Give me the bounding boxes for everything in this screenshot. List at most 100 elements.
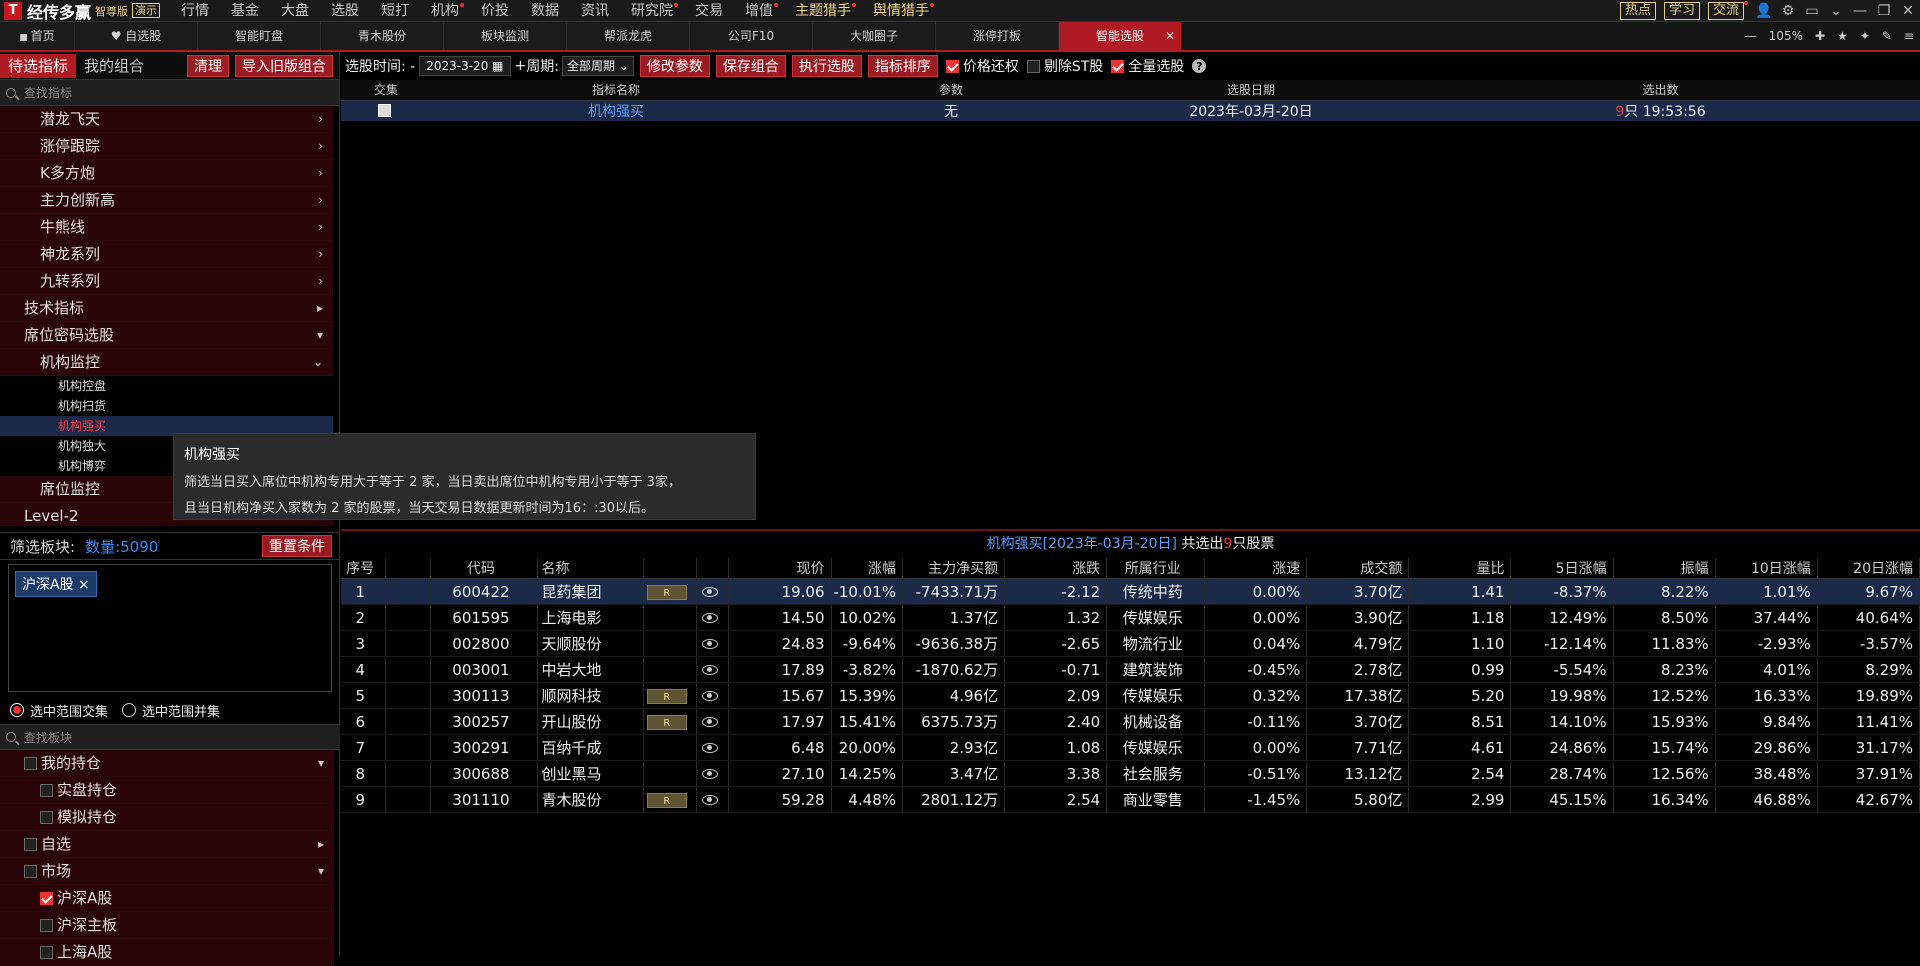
stock-name[interactable]: 中岩大地	[537, 656, 644, 683]
reset-button[interactable]: 重置条件	[262, 535, 332, 557]
table-row[interactable]: 6 300257 开山股份 R 17.97 15.41% 6375.73万 2.40 机械设备 -…	[341, 708, 1920, 735]
chevron-icon[interactable]: ›	[318, 133, 323, 160]
tab-6[interactable]: 公司F10	[690, 22, 813, 50]
stock-name[interactable]: 青木股份	[537, 786, 644, 813]
chevron-icon[interactable]: ›	[318, 214, 323, 241]
column-header[interactable]: 主力净买额	[902, 558, 1006, 579]
tree-item[interactable]: 主力创新高 ›	[0, 187, 333, 214]
eye-icon[interactable]	[701, 743, 718, 753]
chat-button[interactable]: 交流	[1707, 1, 1749, 20]
checkbox-icon[interactable]	[377, 104, 391, 118]
checkbox-icon[interactable]	[24, 865, 37, 878]
exclude-st-checkbox[interactable]: 剔除ST股	[1026, 56, 1103, 76]
tab-8[interactable]: 涨停打板	[936, 22, 1059, 50]
column-header[interactable]: 涨速	[1204, 558, 1308, 579]
zoom-in-icon[interactable]: ✚	[1809, 29, 1831, 43]
chevron-icon[interactable]: ▾	[318, 858, 324, 885]
radio-intersection[interactable]	[10, 703, 24, 717]
checkbox-icon[interactable]	[40, 811, 53, 824]
tree-item[interactable]: 机构控盘	[0, 376, 333, 396]
column-header[interactable]: 指标名称	[431, 80, 801, 101]
stock-name[interactable]: 顺网科技	[537, 682, 644, 709]
minimize-icon[interactable]: —	[1848, 0, 1872, 22]
stock-name[interactable]: 开山股份	[537, 708, 644, 735]
menu-item[interactable]: 行情	[170, 0, 220, 22]
r-badge[interactable]: R	[646, 584, 687, 600]
stock-name[interactable]: 天顺股份	[537, 630, 644, 657]
period-select[interactable]: 全部周期 ⌄	[561, 56, 634, 76]
menu-item[interactable]: 舆情猎手	[862, 0, 940, 22]
split-divider[interactable]	[341, 529, 1920, 531]
menu-item[interactable]: 短打	[370, 0, 420, 22]
tree-item[interactable]: 牛熊线 ›	[0, 214, 333, 241]
tab-5[interactable]: 帮派龙虎	[567, 22, 690, 50]
column-header[interactable]: 所属行业	[1106, 558, 1206, 579]
price-adjust-checkbox[interactable]: 价格还权	[945, 56, 1019, 76]
chevron-icon[interactable]: ›	[318, 241, 323, 268]
tab-0[interactable]: ■ 首页	[0, 22, 75, 50]
tab-my-portfolios[interactable]: 我的组合	[76, 54, 152, 78]
r-badge[interactable]: R	[646, 792, 687, 808]
table-row[interactable]: 9 301110 青木股份 R 59.28 4.48% 2801.12万 2.54 商业零售 -1…	[341, 786, 1920, 813]
tab-7[interactable]: 大咖圈子	[813, 22, 936, 50]
tab-4[interactable]: 板块监测	[444, 22, 567, 50]
eye-icon[interactable]	[701, 691, 718, 701]
column-header[interactable]: 参数	[801, 80, 1101, 101]
block-tree-item[interactable]: 上海A股	[0, 939, 334, 966]
eye-icon[interactable]	[701, 639, 718, 649]
column-header[interactable]: 名称	[537, 558, 644, 579]
stock-name[interactable]: 昆药集团	[537, 578, 644, 605]
indicator-row[interactable]: 机构强买 无 2023年-03月-20日 9只 19:53:56	[341, 100, 1920, 121]
column-header[interactable]: 20日涨幅	[1817, 558, 1920, 579]
chevron-icon[interactable]: ›	[318, 106, 323, 133]
menu-item[interactable]: 资讯	[570, 0, 620, 22]
menu-item[interactable]: 增值	[734, 0, 784, 22]
column-header[interactable]: 5日涨幅	[1510, 558, 1614, 579]
table-row[interactable]: 4 003001 中岩大地 17.89 -3.82% -1870.62万 -0.71 建筑装饰…	[341, 656, 1920, 683]
tree-item[interactable]: 机构扫货	[0, 396, 333, 416]
tree-item[interactable]: 涨停跟踪 ›	[0, 133, 333, 160]
table-row[interactable]: 3 002800 天顺股份 24.83 -9.64% -9636.38万 -2.65 物流行业…	[341, 630, 1920, 657]
block-tree-item[interactable]: 自选 ▸	[0, 831, 334, 858]
block-tree-item[interactable]: 市场 ▾	[0, 858, 334, 885]
table-row[interactable]: 7 300291 百纳千成 6.48 20.00% 2.93亿 1.08 传媒娱乐 0.00% 7…	[341, 734, 1920, 761]
save-portfolio-button[interactable]: 保存组合	[715, 55, 786, 77]
column-header[interactable]: 现价	[728, 558, 832, 579]
menu-item[interactable]: 大盘	[270, 0, 320, 22]
modify-params-button[interactable]: 修改参数	[639, 55, 710, 77]
checkbox-icon[interactable]	[24, 838, 37, 851]
menu-item[interactable]: 选股	[320, 0, 370, 22]
table-row[interactable]: 8 300688 创业黑马 27.10 14.25% 3.47亿 3.38 社会服务 -0.51…	[341, 760, 1920, 787]
column-header[interactable]	[643, 558, 697, 579]
hot-button[interactable]: 热点	[1619, 2, 1656, 20]
tabs-menu-icon[interactable]: ≡	[1898, 29, 1920, 43]
edit-icon[interactable]: ✎	[1876, 29, 1898, 43]
column-header[interactable]: 涨跌	[1004, 558, 1108, 579]
radio-union[interactable]	[122, 703, 137, 717]
stock-name[interactable]: 百纳千成	[537, 734, 644, 761]
chevron-down-icon[interactable]: ⌄	[1824, 0, 1848, 22]
tree-item[interactable]: 机构监控 ⌄	[0, 349, 333, 376]
block-tree-item[interactable]: 我的持仓 ▾	[0, 750, 334, 777]
import-button[interactable]: 导入旧版组合	[235, 54, 333, 77]
tree-item[interactable]: 潜龙飞天 ›	[0, 106, 333, 133]
block-tree-item[interactable]: 实盘持仓	[0, 777, 334, 804]
column-header[interactable]: 涨幅	[831, 558, 904, 579]
tab-1[interactable]: ♥ 自选股	[75, 22, 198, 50]
column-header[interactable]: 选股日期	[1101, 80, 1401, 101]
column-header[interactable]: 选出数	[1401, 80, 1920, 101]
chevron-icon[interactable]: ⌄	[313, 349, 323, 376]
chevron-icon[interactable]: ▸	[317, 295, 323, 322]
star-icon[interactable]: ★	[1831, 29, 1854, 43]
column-header[interactable]	[385, 558, 432, 579]
block-tree-item[interactable]: 沪深主板	[0, 912, 334, 939]
block-tree-item[interactable]: 模拟持仓	[0, 804, 334, 831]
column-header[interactable]: 量比	[1408, 558, 1512, 579]
tab-9[interactable]: 智能选股 ✕	[1059, 22, 1182, 50]
tree-item[interactable]: 九转系列 ›	[0, 268, 333, 295]
clear-button[interactable]: 清理	[187, 54, 229, 77]
chevron-icon[interactable]: ▾	[317, 322, 323, 349]
eye-icon[interactable]	[701, 613, 718, 623]
column-header[interactable]: 振幅	[1613, 558, 1716, 579]
table-row[interactable]: 1 600422 昆药集团 R 19.06 -10.01% -7433.71万 -2.12 传统…	[341, 578, 1920, 605]
